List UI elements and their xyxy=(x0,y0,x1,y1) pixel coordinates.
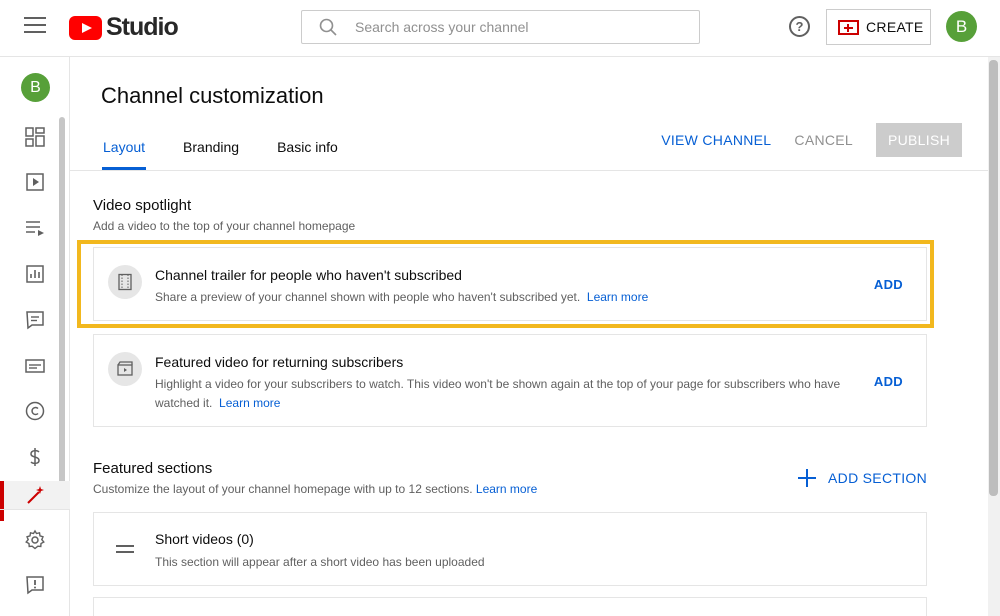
top-bar: Studio ? CREATE B xyxy=(0,0,1000,57)
publish-button[interactable]: PUBLISH xyxy=(876,123,962,157)
tab-layout[interactable]: Layout xyxy=(90,132,158,170)
sidebar-item-playlists[interactable] xyxy=(0,208,70,248)
page-scrollbar[interactable] xyxy=(989,60,998,496)
create-label: CREATE xyxy=(866,19,924,35)
analytics-icon xyxy=(26,265,44,283)
sidebar: B xyxy=(0,57,70,616)
sidebar-item-customization[interactable] xyxy=(0,481,70,521)
sidebar-item-feedback[interactable] xyxy=(0,565,70,605)
learn-more-link[interactable]: Learn more xyxy=(476,482,537,496)
sidebar-divider xyxy=(0,509,70,510)
video-spotlight-title: Video spotlight xyxy=(93,197,192,214)
main-panel: Channel customization Layout Branding Ba… xyxy=(70,57,988,616)
dollar-icon xyxy=(30,448,40,466)
tab-bar: Layout Branding Basic info xyxy=(90,132,363,170)
card-title: Featured video for returning subscribers xyxy=(155,354,404,370)
featured-sections-title: Featured sections xyxy=(93,460,213,477)
content-icon xyxy=(26,173,44,191)
drag-handle-icon[interactable] xyxy=(116,545,134,553)
studio-logo[interactable]: Studio xyxy=(69,13,179,42)
tab-basic-info[interactable]: Basic info xyxy=(264,132,351,170)
film-strip-icon xyxy=(108,265,142,299)
section-next[interactable] xyxy=(93,597,927,616)
section-title: Short videos (0) xyxy=(155,531,254,547)
add-section-button[interactable]: ADD SECTION xyxy=(798,469,927,487)
card-description: Share a preview of your channel shown wi… xyxy=(155,288,865,307)
page-title: Channel customization xyxy=(101,83,324,108)
add-trailer-button[interactable]: ADD xyxy=(874,277,903,292)
dashboard-icon xyxy=(25,127,45,147)
featured-sections-subtitle-text: Customize the layout of your channel hom… xyxy=(93,482,473,496)
card-title: Channel trailer for people who haven't s… xyxy=(155,267,462,283)
magic-wand-icon xyxy=(27,486,44,504)
sidebar-item-earn[interactable] xyxy=(0,437,70,477)
card-description: Highlight a video for your subscribers t… xyxy=(155,375,865,413)
brand-name: Studio xyxy=(106,13,179,41)
page-actions: VIEW CHANNEL CANCEL PUBLISH xyxy=(661,123,962,157)
gear-icon xyxy=(25,529,45,550)
add-featured-video-button[interactable]: ADD xyxy=(874,374,903,389)
video-spotlight-subtitle: Add a video to the top of your channel h… xyxy=(93,219,356,233)
menu-icon[interactable] xyxy=(24,17,46,35)
playlists-icon xyxy=(26,221,44,236)
add-section-label: ADD SECTION xyxy=(828,470,927,486)
card-description-text: Share a preview of your channel shown wi… xyxy=(155,290,581,304)
sidebar-item-analytics[interactable] xyxy=(0,254,70,294)
help-icon[interactable]: ? xyxy=(789,16,810,37)
learn-more-link[interactable]: Learn more xyxy=(587,290,648,304)
learn-more-link[interactable]: Learn more xyxy=(219,396,280,410)
comments-icon xyxy=(26,311,44,330)
channel-avatar[interactable]: B xyxy=(21,73,50,102)
sidebar-item-subtitles[interactable] xyxy=(0,346,70,386)
sidebar-item-comments[interactable] xyxy=(0,300,70,340)
channel-trailer-card: Channel trailer for people who haven't s… xyxy=(93,247,927,321)
section-count: (0) xyxy=(236,531,254,547)
subtitles-icon xyxy=(25,359,45,373)
search-icon xyxy=(319,18,337,36)
create-video-icon xyxy=(838,19,859,35)
account-avatar[interactable]: B xyxy=(946,11,977,42)
sidebar-item-settings[interactable] xyxy=(0,520,70,560)
view-channel-button[interactable]: VIEW CHANNEL xyxy=(661,132,771,148)
section-description: This section will appear after a short v… xyxy=(155,555,485,569)
section-title-text: Short videos xyxy=(155,531,233,547)
youtube-logo-icon xyxy=(69,15,102,40)
clapperboard-icon xyxy=(108,352,142,386)
feedback-icon xyxy=(26,576,44,595)
sidebar-item-content[interactable] xyxy=(0,162,70,202)
cancel-button[interactable]: CANCEL xyxy=(794,132,853,148)
plus-icon xyxy=(798,469,817,487)
create-button[interactable]: CREATE xyxy=(826,9,931,45)
tabs-divider xyxy=(70,170,988,171)
sidebar-item-copyright[interactable] xyxy=(0,391,70,431)
search-box[interactable] xyxy=(301,10,700,44)
featured-sections-subtitle: Customize the layout of your channel hom… xyxy=(93,482,537,496)
tab-branding[interactable]: Branding xyxy=(170,132,252,170)
featured-video-card: Featured video for returning subscribers… xyxy=(93,334,927,427)
section-short-videos[interactable]: Short videos (0) This section will appea… xyxy=(93,512,927,586)
search-input[interactable] xyxy=(355,11,685,43)
copyright-icon xyxy=(25,401,45,421)
sidebar-item-dashboard[interactable] xyxy=(0,117,70,157)
